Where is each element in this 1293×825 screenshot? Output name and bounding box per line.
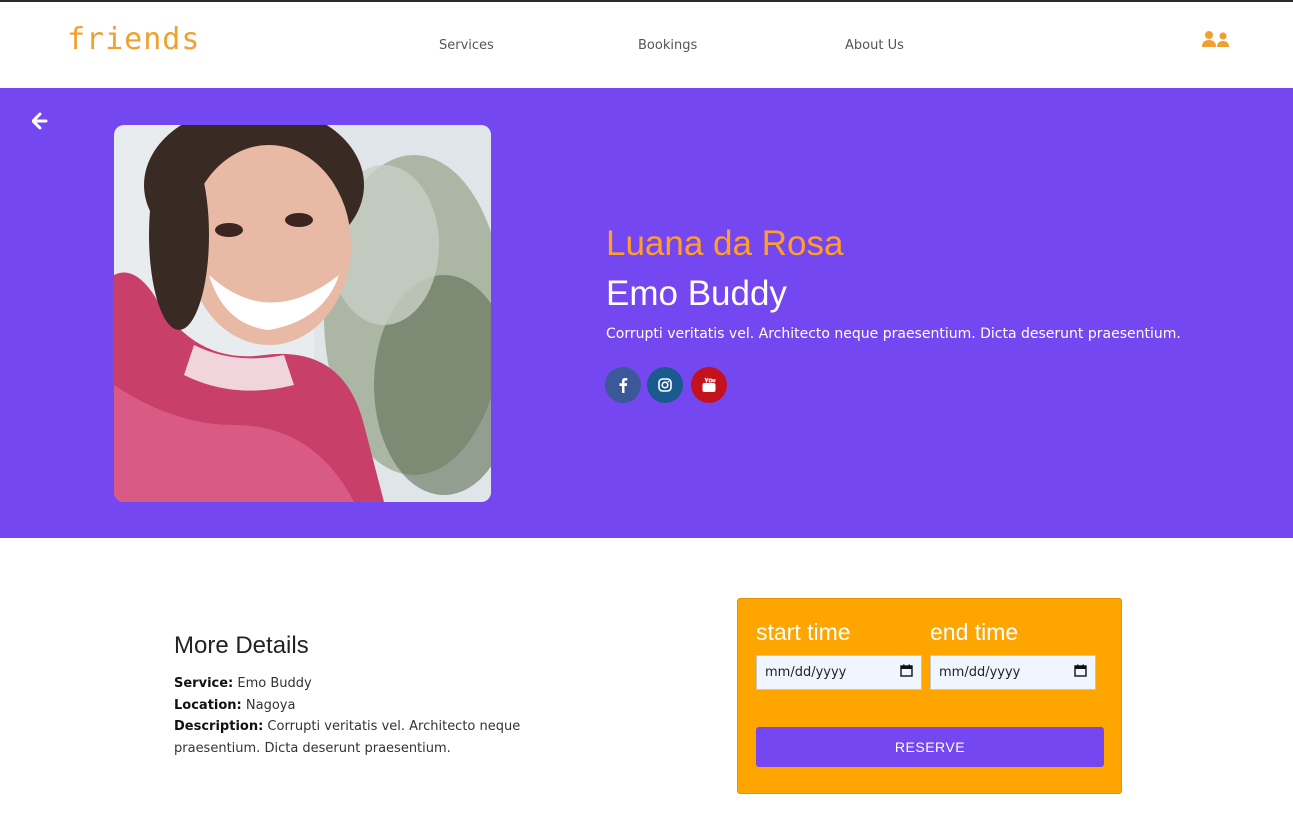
logo[interactable]: friends xyxy=(67,22,200,57)
profile-description: Corrupti veritatis vel. Architecto neque… xyxy=(606,326,1181,342)
start-time-label: start time xyxy=(756,619,851,645)
booking-card: start time end time mm/dd/yyyy mm/dd/yyy… xyxy=(737,598,1122,794)
detail-location-value: Nagoya xyxy=(245,697,296,713)
profile-hero: Luana da Rosa Emo Buddy Corrupti veritat… xyxy=(0,88,1293,538)
start-date-placeholder: mm/dd/yyyy xyxy=(765,665,847,680)
youtube-icon[interactable] xyxy=(691,367,727,403)
facebook-icon[interactable] xyxy=(605,367,641,403)
detail-service-value: Emo Buddy xyxy=(237,676,312,691)
detail-location-label: Location: xyxy=(174,697,242,713)
end-date-input[interactable]: mm/dd/yyyy xyxy=(930,655,1096,690)
users-icon[interactable] xyxy=(1201,30,1231,50)
nav-about-us[interactable]: About Us xyxy=(845,38,904,53)
calendar-icon[interactable] xyxy=(900,664,913,681)
back-arrow-icon[interactable] xyxy=(31,112,48,130)
navbar: friends Services Bookings About Us xyxy=(0,2,1293,88)
reserve-button[interactable]: RESERVE xyxy=(756,727,1104,767)
nav-bookings[interactable]: Bookings xyxy=(638,38,697,53)
profile-name: Luana da Rosa xyxy=(606,224,844,263)
calendar-icon[interactable] xyxy=(1074,664,1087,681)
end-time-label: end time xyxy=(930,619,1019,645)
profile-photo xyxy=(114,125,491,502)
start-date-input[interactable]: mm/dd/yyyy xyxy=(756,655,922,690)
detail-description: Description: Corrupti veritatis vel. Arc… xyxy=(174,716,574,759)
detail-location: Location: Nagoya xyxy=(174,695,574,717)
detail-description-label: Description: xyxy=(174,719,264,734)
details-title: More Details xyxy=(174,632,309,659)
nav-services[interactable]: Services xyxy=(439,38,494,53)
instagram-icon[interactable] xyxy=(647,367,683,403)
end-date-placeholder: mm/dd/yyyy xyxy=(939,665,1021,680)
detail-service-label: Service: xyxy=(174,676,234,691)
detail-service: Service: Emo Buddy xyxy=(174,673,574,695)
profile-service: Emo Buddy xyxy=(606,274,787,313)
details-list: Service: Emo Buddy Location: Nagoya Desc… xyxy=(174,673,574,759)
